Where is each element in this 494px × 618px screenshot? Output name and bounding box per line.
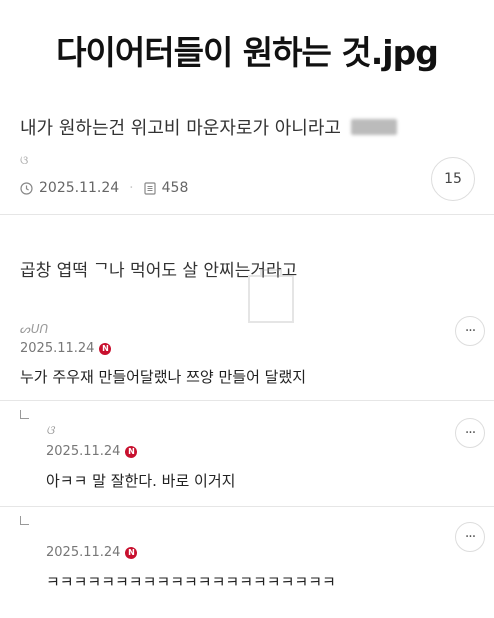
post-views: 458 (161, 180, 189, 196)
post-author[interactable]: ଓ (20, 153, 28, 168)
post-date: 2025.11.24 (39, 180, 120, 196)
more-options-button[interactable]: ··· (455, 418, 485, 448)
comment-count-button[interactable]: 15 (431, 157, 475, 201)
comment-text: ㅋㅋㅋㅋㅋㅋㅋㅋㅋㅋㅋㅋㅋㅋㅋㅋㅋㅋㅋㅋㅋ (46, 573, 336, 591)
divider (0, 506, 494, 507)
divider (0, 400, 494, 401)
more-options-button[interactable]: ··· (455, 522, 485, 552)
meme-title: 다이어터들이 원하는 것.jpg (56, 33, 439, 72)
comment-date-row: 2025.11.24 N (46, 545, 138, 560)
comment-date-row: 2025.11.24 N (20, 341, 112, 356)
more-options-button[interactable]: ··· (455, 316, 485, 346)
comment-author[interactable]: ଓ (46, 423, 54, 438)
post-meta: 2025.11.24 · 458 (20, 180, 188, 196)
clock-icon (20, 181, 33, 195)
new-badge: N (99, 342, 112, 355)
comment-date: 2025.11.24 (46, 545, 121, 560)
watermark-icon (248, 269, 294, 323)
post-title-text: 내가 원하는건 위고비 마운자로가 아니라고 (20, 118, 341, 139)
divider (0, 214, 494, 215)
comment-date-row: 2025.11.24 N (46, 444, 138, 459)
new-badge: N (125, 546, 138, 559)
redacted-blur (350, 119, 397, 135)
reply-arrow-icon (20, 410, 29, 419)
meta-separator: · (129, 180, 134, 196)
post-title[interactable]: 내가 원하는건 위고비 마운자로가 아니라고 (20, 114, 397, 140)
comment-text: 아ㅋㅋ 말 잘한다. 바로 이거지 (46, 472, 236, 490)
new-badge: N (125, 445, 138, 458)
comment-date: 2025.11.24 (46, 444, 121, 459)
views-icon (144, 181, 156, 195)
comment-author[interactable]: ᔕᑌᑎ (20, 322, 48, 336)
comment-date: 2025.11.24 (20, 341, 95, 356)
comment-text: 누가 주우재 만들어달랬나 쯔양 만들어 달랬지 (20, 368, 307, 386)
reply-arrow-icon (20, 516, 29, 525)
